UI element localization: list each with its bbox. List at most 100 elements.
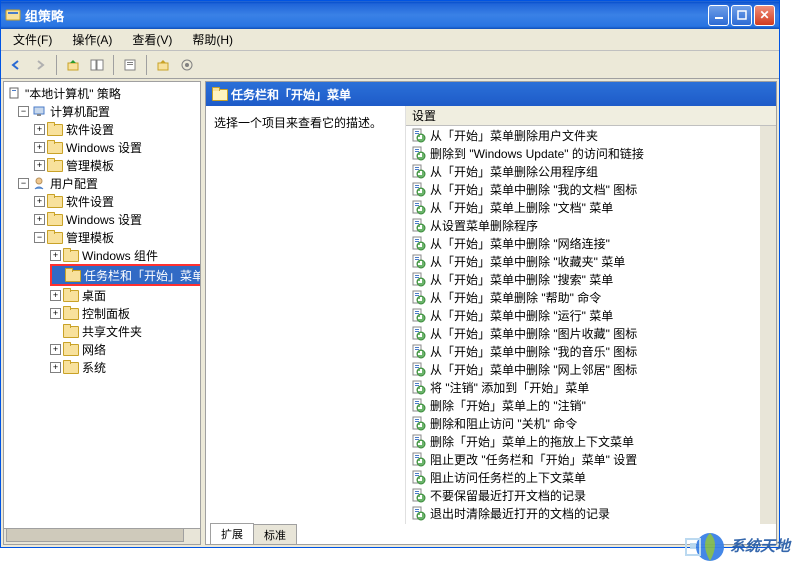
tree-software-user[interactable]: +软件设置 bbox=[6, 192, 198, 210]
menu-view[interactable]: 查看(V) bbox=[126, 29, 178, 50]
expand-icon[interactable]: + bbox=[34, 160, 45, 171]
tree-control-panel[interactable]: +控制面板 bbox=[6, 304, 198, 322]
tree-shared-folders[interactable]: 共享文件夹 bbox=[6, 322, 198, 340]
setting-label: 从「开始」菜单中删除 "图片收藏" 图标 bbox=[430, 325, 637, 342]
setting-item[interactable]: 从「开始」菜单上删除 "文档" 菜单 bbox=[406, 198, 776, 216]
tree-computer-config[interactable]: −计算机配置 bbox=[6, 102, 198, 120]
tree-desktop[interactable]: +桌面 bbox=[6, 286, 198, 304]
setting-item[interactable]: 从「开始」菜单中删除 "我的音乐" 图标 bbox=[406, 342, 776, 360]
expand-icon[interactable]: + bbox=[34, 196, 45, 207]
settings-list-wrap: 设置 从「开始」菜单删除用户文件夹删除到 "Windows Update" 的访… bbox=[406, 106, 776, 524]
expand-icon[interactable]: + bbox=[50, 308, 61, 319]
watermark: 系统天地 bbox=[684, 525, 790, 565]
tree-pane[interactable]: "本地计算机" 策略 −计算机配置 + 软件设置 + Windows 设置 +管理模… bbox=[3, 81, 201, 545]
setting-item[interactable]: 从设置菜单删除程序 bbox=[406, 216, 776, 234]
tree-admin-templates[interactable]: +管理模板 bbox=[6, 156, 198, 174]
tree-label: "本地计算机" 策略 bbox=[25, 85, 121, 102]
tree-taskbar-start[interactable]: 任务栏和「开始」菜单 bbox=[52, 266, 201, 284]
tree-label: Windows 设置 bbox=[66, 211, 142, 228]
forward-button[interactable] bbox=[29, 54, 51, 76]
tree-label: 软件设置 bbox=[66, 121, 114, 138]
expand-icon[interactable]: + bbox=[34, 124, 45, 135]
details-body: 选择一个项目来查看它的描述。 设置 从「开始」菜单删除用户文件夹删除到 "Win… bbox=[206, 106, 776, 524]
titlebar[interactable]: 组策略 ✕ bbox=[1, 1, 779, 29]
setting-item[interactable]: 从「开始」菜单中删除 "网络连接" bbox=[406, 234, 776, 252]
tree-windows-settings[interactable]: +Windows 设置 bbox=[6, 138, 198, 156]
expand-icon[interactable]: + bbox=[50, 362, 61, 373]
folder-icon bbox=[47, 158, 63, 172]
setting-item[interactable]: 从「开始」菜单中删除 "图片收藏" 图标 bbox=[406, 324, 776, 342]
setting-item[interactable]: 从「开始」菜单中删除 "搜索" 菜单 bbox=[406, 270, 776, 288]
computer-icon bbox=[31, 104, 47, 118]
tab-label: 标准 bbox=[264, 530, 286, 542]
setting-item[interactable]: 从「开始」菜单中删除 "收藏夹" 菜单 bbox=[406, 252, 776, 270]
policy-setting-icon bbox=[410, 487, 426, 503]
content-area: "本地计算机" 策略 −计算机配置 + 软件设置 + Windows 设置 +管理模… bbox=[1, 79, 779, 547]
setting-item[interactable]: 将 "注销" 添加到「开始」菜单 bbox=[406, 378, 776, 396]
setting-item[interactable]: 删除「开始」菜单上的拖放上下文菜单 bbox=[406, 432, 776, 450]
tree-label: Windows 组件 bbox=[82, 247, 158, 264]
folder-icon bbox=[47, 230, 63, 244]
vertical-scrollbar[interactable] bbox=[760, 126, 776, 524]
policy-setting-icon bbox=[410, 343, 426, 359]
collapse-icon[interactable]: − bbox=[34, 232, 45, 243]
setting-item[interactable]: 不要保留最近打开文档的记录 bbox=[406, 486, 776, 504]
minimize-button[interactable] bbox=[708, 5, 729, 26]
tree-system[interactable]: + 系统 bbox=[6, 358, 198, 376]
tree-root[interactable]: "本地计算机" 策略 bbox=[6, 84, 198, 102]
tree-label: 任务栏和「开始」菜单 bbox=[84, 267, 201, 284]
tree-user-config[interactable]: −用户配置 bbox=[6, 174, 198, 192]
collapse-icon[interactable]: − bbox=[18, 106, 29, 117]
close-button[interactable]: ✕ bbox=[754, 5, 775, 26]
tree-label: 系统 bbox=[82, 359, 106, 376]
setting-label: 从「开始」菜单上删除 "文档" 菜单 bbox=[430, 199, 613, 216]
expand-icon[interactable]: + bbox=[50, 250, 61, 261]
menu-file[interactable]: 文件(F) bbox=[7, 29, 58, 50]
setting-label: 从「开始」菜单中删除 "我的文档" 图标 bbox=[430, 181, 637, 198]
tree-software[interactable]: + 软件设置 bbox=[6, 120, 198, 138]
menubar: 文件(F) 操作(A) 查看(V) 帮助(H) bbox=[1, 29, 779, 51]
setting-item[interactable]: 阻止访问任务栏的上下文菜单 bbox=[406, 468, 776, 486]
back-button[interactable] bbox=[5, 54, 27, 76]
setting-item[interactable]: 删除和阻止访问 "关机" 命令 bbox=[406, 414, 776, 432]
setting-item[interactable]: 退出时清除最近打开的文档的记录 bbox=[406, 504, 776, 522]
expand-icon[interactable]: + bbox=[34, 214, 45, 225]
policy-setting-icon bbox=[410, 235, 426, 251]
expand-icon[interactable]: + bbox=[50, 344, 61, 355]
app-icon bbox=[5, 7, 21, 23]
tree-admin-user[interactable]: −管理模板 bbox=[6, 228, 198, 246]
tree-windows-user[interactable]: + Windows 设置 bbox=[6, 210, 198, 228]
tree-network[interactable]: + 网络 bbox=[6, 340, 198, 358]
setting-item[interactable]: 删除到 "Windows Update" 的访问和链接 bbox=[406, 144, 776, 162]
setting-item[interactable]: 从「开始」菜单中删除 "网上邻居" 图标 bbox=[406, 360, 776, 378]
collapse-icon[interactable]: − bbox=[18, 178, 29, 189]
tree-label: 网络 bbox=[82, 341, 106, 358]
filter-button[interactable] bbox=[176, 54, 198, 76]
menu-help[interactable]: 帮助(H) bbox=[186, 29, 239, 50]
maximize-button[interactable] bbox=[731, 5, 752, 26]
setting-item[interactable]: 从「开始」菜单删除 "帮助" 命令 bbox=[406, 288, 776, 306]
column-header-setting[interactable]: 设置 bbox=[406, 106, 776, 126]
setting-item[interactable]: 从「开始」菜单删除用户文件夹 bbox=[406, 126, 776, 144]
setting-item[interactable]: 从「开始」菜单删除公用程序组 bbox=[406, 162, 776, 180]
tab-standard[interactable]: 标准 bbox=[253, 524, 297, 545]
folder-icon bbox=[63, 288, 79, 302]
up-button[interactable] bbox=[62, 54, 84, 76]
expand-icon[interactable]: + bbox=[34, 142, 45, 153]
tab-extended[interactable]: 扩展 bbox=[210, 523, 254, 544]
properties-button[interactable] bbox=[119, 54, 141, 76]
menu-action[interactable]: 操作(A) bbox=[66, 29, 118, 50]
setting-item[interactable]: 阻止更改 "任务栏和「开始」菜单" 设置 bbox=[406, 450, 776, 468]
tree-win-components[interactable]: + Windows 组件 bbox=[6, 246, 198, 264]
setting-label: 删除「开始」菜单上的拖放上下文菜单 bbox=[430, 433, 634, 450]
tab-label: 扩展 bbox=[221, 529, 243, 541]
description-text: 选择一个项目来查看它的描述。 bbox=[214, 114, 397, 131]
setting-item[interactable]: 删除「开始」菜单上的 "注销" bbox=[406, 396, 776, 414]
settings-list[interactable]: 从「开始」菜单删除用户文件夹删除到 "Windows Update" 的访问和链… bbox=[406, 126, 776, 524]
export-button[interactable] bbox=[152, 54, 174, 76]
horizontal-scrollbar[interactable] bbox=[4, 528, 200, 544]
setting-item[interactable]: 从「开始」菜单中删除 "我的文档" 图标 bbox=[406, 180, 776, 198]
show-hide-tree-button[interactable] bbox=[86, 54, 108, 76]
setting-item[interactable]: 从「开始」菜单中删除 "运行" 菜单 bbox=[406, 306, 776, 324]
expand-icon[interactable]: + bbox=[50, 290, 61, 301]
